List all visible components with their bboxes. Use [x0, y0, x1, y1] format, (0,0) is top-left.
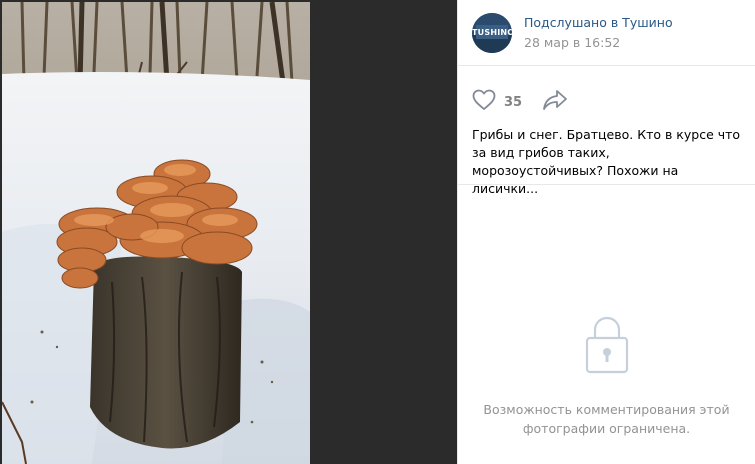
- post-actions: 35: [458, 66, 755, 118]
- share-arrow-icon: [542, 89, 568, 115]
- group-name-link[interactable]: Подслушано в Тушино: [524, 15, 673, 31]
- heart-icon: [472, 89, 496, 115]
- like-button[interactable]: 35: [472, 89, 522, 115]
- post-date[interactable]: 28 мар в 16:52: [524, 35, 673, 51]
- post-photo[interactable]: [2, 2, 310, 464]
- post-header: TUSHINO Подслушано в Тушино 28 мар в 16:…: [458, 0, 755, 66]
- comments-restricted: Возможность комментирования этой фотогра…: [458, 316, 755, 438]
- photo-viewer: TUSHINO Подслушано в Тушино 28 мар в 16:…: [0, 0, 755, 464]
- post-sidebar: TUSHINO Подслушано в Тушино 28 мар в 16:…: [457, 0, 755, 464]
- post-meta: Подслушано в Тушино 28 мар в 16:52: [524, 15, 673, 51]
- restricted-message: Возможность комментирования этой фотогра…: [483, 402, 730, 436]
- post-text: Грибы и снег. Братцево. Кто в курсе что …: [472, 127, 741, 196]
- like-count: 35: [504, 94, 523, 110]
- photo-pane: [0, 0, 457, 464]
- group-avatar[interactable]: TUSHINO: [472, 12, 512, 53]
- avatar-label: TUSHINO: [472, 27, 512, 37]
- share-button[interactable]: [542, 89, 568, 115]
- lock-icon: [585, 316, 629, 378]
